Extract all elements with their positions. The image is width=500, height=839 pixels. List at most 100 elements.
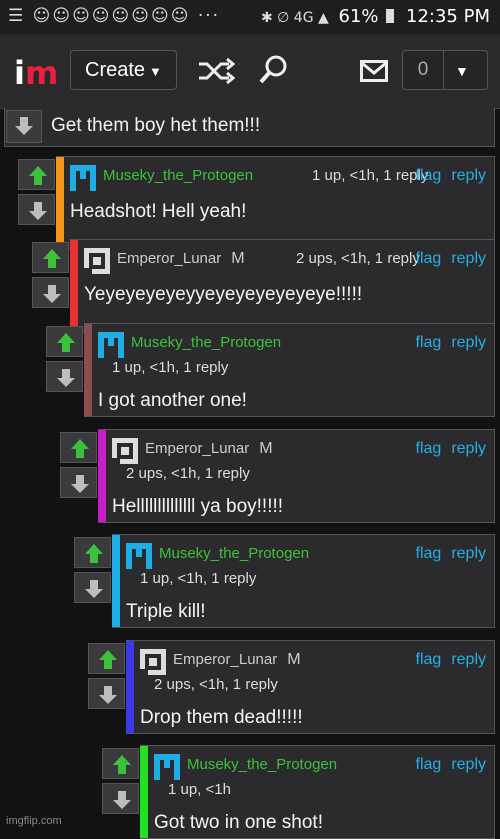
comment-text: Triple kill! [126, 601, 206, 622]
comment-meta: 2 ups, <1h, 1 reply [154, 676, 278, 693]
system-icons: ✱ ∅ 4G ▲ [260, 10, 329, 26]
battery-icon [386, 9, 395, 23]
mod-badge: M [287, 651, 301, 668]
username-link[interactable]: Museky_the_Protogen [159, 545, 309, 562]
username-text: Emperor_Lunar [117, 250, 222, 267]
chevron-down-icon[interactable]: ▼ [455, 63, 469, 79]
mail-icon[interactable] [360, 60, 388, 87]
comment: Emperor_Lunar M 2 ups, <1h, 1 reply flag r… [60, 429, 495, 523]
comment-actions: flag reply [406, 334, 486, 352]
comment: Museky_the_Protogen 1 up, <1h, 1 reply f… [74, 534, 495, 628]
downvote-button[interactable] [18, 194, 55, 225]
protogen-avatar-icon[interactable] [124, 541, 154, 571]
notifications-count: 0 [403, 51, 444, 89]
flag-link[interactable]: flag [416, 334, 442, 351]
comment: Emperor_Lunar M 2 ups, <1h, 1 reply flag r… [32, 239, 495, 333]
username-link[interactable]: Museky_the_Protogen [131, 334, 281, 351]
reply-link[interactable]: reply [451, 334, 486, 351]
thread-bar [126, 641, 134, 733]
parent-comment: Get them boy het them!!! [4, 108, 495, 147]
mod-badge: M [259, 440, 273, 457]
upvote-button[interactable] [18, 159, 55, 190]
status-right: ✱ ∅ 4G ▲ 61% 12:35 PM [261, 6, 490, 27]
reply-link[interactable]: reply [451, 167, 486, 184]
downvote-button[interactable] [32, 277, 69, 308]
reply-link[interactable]: reply [451, 440, 486, 457]
notifications-dropdown[interactable]: 0 ▼ [402, 50, 488, 90]
comment-meta: 2 ups, <1h, 1 reply [126, 465, 250, 482]
create-button[interactable]: Create ▼ [70, 50, 177, 90]
comment-meta: 1 up, <1h [168, 781, 231, 798]
comment-text: Got two in one shot! [154, 812, 323, 833]
flag-link[interactable]: flag [416, 167, 442, 184]
protogen-avatar-icon[interactable] [68, 163, 98, 193]
comment-body: Museky_the_Protogen 1 up, <1h flag reply … [140, 745, 495, 839]
comment-meta: 1 up, <1h, 1 reply [140, 570, 257, 587]
reply-link[interactable]: reply [451, 756, 486, 773]
username-link[interactable]: Museky_the_Protogen [187, 756, 337, 773]
mod-badge: M [231, 250, 245, 267]
create-label: Create [85, 59, 146, 81]
comment-body: Emperor_Lunar M 2 ups, <1h, 1 reply flag r… [126, 640, 495, 734]
downvote-button[interactable] [46, 361, 83, 392]
battery-level: 61% [338, 6, 379, 27]
reply-link[interactable]: reply [451, 250, 486, 267]
upvote-button[interactable] [88, 643, 125, 674]
comment-text: Headshot! Hell yeah! [70, 201, 247, 222]
comment-body: Emperor_Lunar M 2 ups, <1h, 1 reply flag r… [98, 429, 495, 523]
upvote-button[interactable] [102, 748, 139, 779]
downvote-button[interactable] [74, 572, 111, 603]
upvote-button[interactable] [60, 432, 97, 463]
comment: Museky_the_Protogen 1 up, <1h, 1 reply f… [46, 323, 495, 417]
downvote-button[interactable] [88, 678, 125, 709]
comment-body: Museky_the_Protogen 1 up, <1h, 1 reply f… [56, 156, 495, 250]
comment-body: Museky_the_Protogen 1 up, <1h, 1 reply f… [84, 323, 495, 417]
flag-link[interactable]: flag [416, 250, 442, 267]
comment-actions: flag reply [406, 756, 486, 774]
square-avatar-icon[interactable] [110, 436, 140, 466]
flag-link[interactable]: flag [416, 756, 442, 773]
thread-bar [84, 324, 92, 416]
clock: 12:35 PM [406, 6, 490, 27]
caret-down-icon: ▼ [149, 64, 162, 79]
comment-body: Museky_the_Protogen 1 up, <1h, 1 reply f… [112, 534, 495, 628]
username-text: Emperor_Lunar [145, 440, 250, 457]
downvote-button[interactable] [102, 783, 139, 814]
downvote-button[interactable] [6, 110, 42, 143]
reply-link[interactable]: reply [451, 651, 486, 668]
username-link[interactable]: Emperor_Lunar M [173, 651, 301, 669]
comment-text: I got another one! [98, 390, 247, 411]
protogen-avatar-icon[interactable] [152, 752, 182, 782]
upvote-button[interactable] [32, 242, 69, 273]
comment-text: Hellllllllllllll ya boy!!!!! [112, 496, 284, 517]
comment-actions: flag reply [406, 651, 486, 669]
upvote-button[interactable] [46, 326, 83, 357]
thread-bar [98, 430, 106, 522]
username-link[interactable]: Emperor_Lunar M [145, 440, 273, 458]
protogen-avatar-icon[interactable] [96, 330, 126, 360]
username-link[interactable]: Museky_the_Protogen [103, 167, 253, 184]
imgflip-logo[interactable]: im [14, 54, 58, 92]
comment-actions: flag reply [406, 545, 486, 563]
square-avatar-icon[interactable] [138, 647, 168, 677]
square-avatar-icon[interactable] [82, 246, 112, 276]
upvote-button[interactable] [74, 537, 111, 568]
shuffle-icon[interactable] [197, 57, 236, 89]
username-text: Emperor_Lunar [173, 651, 278, 668]
flag-link[interactable]: flag [416, 440, 442, 457]
flag-link[interactable]: flag [416, 651, 442, 668]
comment-meta: 2 ups, <1h, 1 reply [296, 250, 420, 267]
comment-text: Yeyeyeyeyeyyeyeyeyeyeyeye!!!!! [84, 284, 363, 305]
comment-actions: flag reply [406, 167, 486, 185]
reply-link[interactable]: reply [451, 545, 486, 562]
comment-text: Get them boy het them!!! [51, 115, 261, 136]
downvote-button[interactable] [60, 467, 97, 498]
username-link[interactable]: Emperor_Lunar M [117, 250, 245, 268]
comment-body: Emperor_Lunar M 2 ups, <1h, 1 reply flag r… [70, 239, 495, 333]
thread-bar [140, 746, 148, 838]
search-icon[interactable] [258, 54, 288, 91]
notification-icons: ☰ ☺☺☺☺☺☺☺☺ ··· [8, 6, 221, 26]
thread-bar [56, 157, 64, 249]
flag-link[interactable]: flag [416, 545, 442, 562]
imgflip-watermark: imgflip.com [6, 815, 62, 827]
